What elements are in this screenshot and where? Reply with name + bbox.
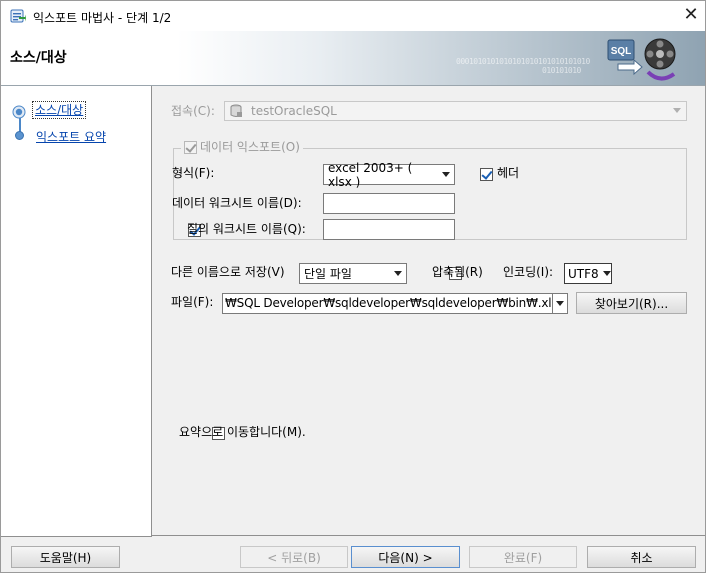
binary-line-2: 010101010: [542, 66, 581, 75]
export-data-label: 데이터 익스포트(O): [200, 140, 300, 154]
connection-label: 접속(C):: [171, 104, 215, 118]
step-source-target[interactable]: 소스/대상: [32, 101, 87, 119]
header-checkbox[interactable]: [480, 168, 493, 181]
chevron-down-icon: [556, 301, 564, 306]
binary-line-1: 0001010101010101010101010101010: [456, 57, 590, 66]
export-data-checkbox: [184, 140, 197, 154]
chevron-down-icon: [602, 271, 611, 276]
save-as-label: 다른 이름으로 저장(V): [171, 265, 285, 279]
save-as-value: 단일 파일: [304, 267, 352, 281]
banner-binary-decoration: 0001010101010101010101010101010 01010101…: [456, 57, 590, 75]
wizard-steps-panel: [1, 86, 152, 537]
bottom-separator: [152, 535, 705, 536]
export-wizard-window: 익스포트 마법사 - 단계 1/2 ✕ 소스/대상 00010101010101…: [0, 0, 706, 573]
sql-reel-logo-icon: SQL: [607, 38, 676, 81]
jump-to-summary-label: 요약으로 이동합니다(M).: [179, 425, 306, 439]
cancel-button[interactable]: 취소: [587, 546, 696, 568]
query-sheet-input[interactable]: [323, 219, 455, 240]
format-select[interactable]: excel 2003+ ( xlsx ): [323, 161, 455, 189]
file-path-value[interactable]: ₩SQL Developer₩sqldeveloper₩sqldeveloper…: [223, 294, 552, 313]
chevron-down-icon: [394, 271, 402, 276]
help-button[interactable]: 도움말(H): [11, 546, 120, 568]
query-sheet-label: 질의 워크시트 이름(Q):: [187, 222, 306, 236]
encoding-value: UTF8: [568, 266, 599, 281]
app-icon: [10, 9, 26, 23]
active-step-icon: [12, 105, 26, 119]
step-export-summary[interactable]: 익스포트 요약: [36, 128, 106, 145]
connection-value: testOracleSQL: [251, 104, 337, 118]
export-data-legend: 데이터 익스포트(O): [181, 139, 303, 155]
back-button[interactable]: < 뒤로(B): [240, 546, 348, 568]
banner-heading: 소스/대상: [10, 50, 67, 66]
format-label: 형식(F):: [172, 166, 215, 180]
title-bar: 익스포트 마법사 - 단계 1/2 ✕: [1, 1, 705, 31]
chevron-down-icon: [673, 108, 681, 113]
chevron-down-icon: [442, 172, 450, 177]
logo-text: SQL: [611, 46, 632, 57]
compressed-label: 압축됨(R): [432, 265, 483, 279]
browse-button[interactable]: 찾아보기(R)...: [576, 292, 687, 314]
connection-select: testOracleSQL: [224, 101, 687, 121]
data-sheet-label: 데이터 워크시트 이름(D):: [172, 196, 302, 210]
format-value: excel 2003+ ( xlsx ): [328, 160, 413, 189]
data-sheet-input[interactable]: [323, 193, 455, 214]
file-label: 파일(F):: [171, 295, 214, 309]
window-title: 익스포트 마법사 - 단계 1/2: [33, 11, 172, 25]
step-label[interactable]: 소스/대상: [35, 103, 83, 117]
close-icon[interactable]: ✕: [681, 5, 701, 25]
next-button[interactable]: 다음(N) >: [351, 546, 460, 568]
header-label: 헤더: [497, 166, 520, 180]
encoding-label: 인코딩(I):: [503, 265, 554, 279]
step-icon: [15, 131, 24, 140]
encoding-select[interactable]: UTF8: [564, 263, 612, 284]
database-icon: [230, 104, 242, 117]
file-path-combo[interactable]: ₩SQL Developer₩sqldeveloper₩sqldeveloper…: [222, 293, 568, 314]
finish-button[interactable]: 완료(F): [469, 546, 577, 568]
file-path-dropdown[interactable]: [552, 294, 567, 313]
save-as-select[interactable]: 단일 파일: [299, 263, 407, 284]
wizard-banner: 소스/대상 0001010101010101010101010101010 01…: [1, 31, 705, 86]
